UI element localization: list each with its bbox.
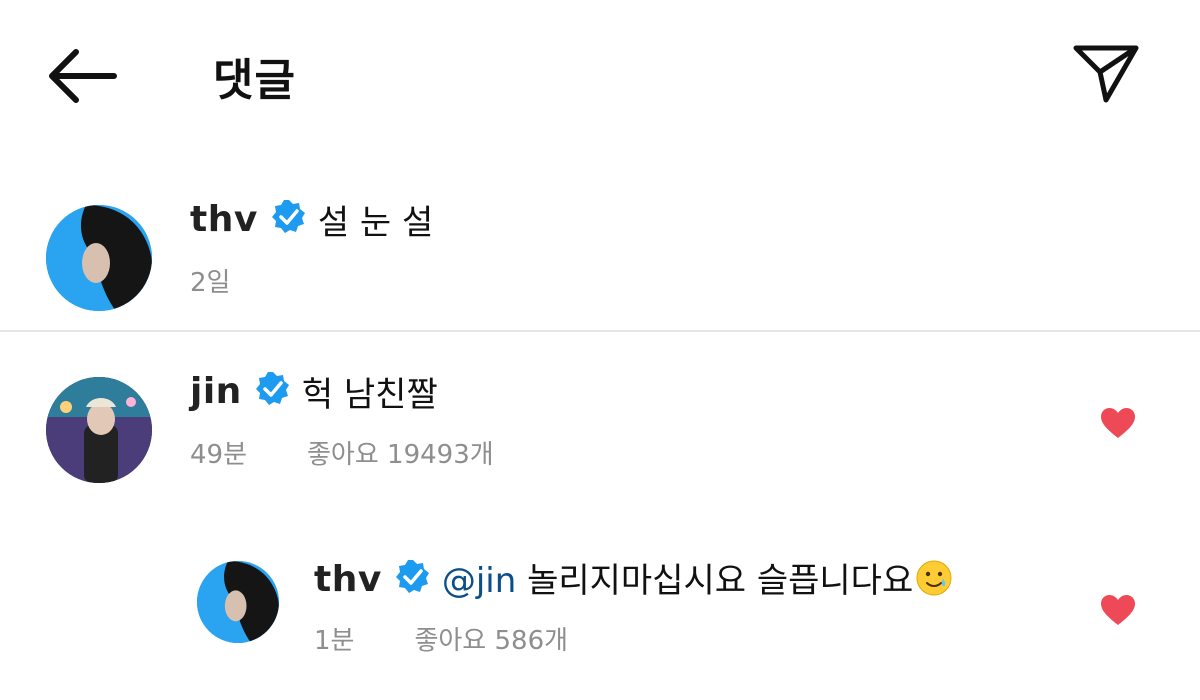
comment-text: 설 눈 설: [317, 202, 434, 243]
share-button[interactable]: [1070, 40, 1142, 106]
comment-meta: 2일: [190, 262, 290, 299]
comment-time: 1분: [314, 626, 355, 656]
back-button[interactable]: [44, 44, 120, 108]
heart-icon: [1101, 408, 1135, 438]
like-count[interactable]: 좋아요 19493개: [307, 434, 494, 471]
avatar[interactable]: [46, 377, 152, 483]
avatar[interactable]: [46, 205, 152, 311]
comment-time: 2일: [190, 268, 231, 298]
send-icon: [1073, 45, 1139, 103]
verified-badge-icon: [254, 370, 292, 412]
comment-meta: 49분 좋아요 19493개: [190, 434, 554, 471]
divider: [0, 330, 1200, 332]
mention-link[interactable]: @jin: [442, 561, 516, 601]
comment-time: 49분: [190, 440, 248, 470]
comment-text: 헉 남친짤: [301, 374, 438, 415]
heart-icon: [1101, 595, 1135, 625]
like-count[interactable]: 좋아요 586개: [414, 620, 568, 657]
comment-username[interactable]: jin: [190, 371, 242, 412]
comment-meta: 1분 좋아요 586개: [314, 620, 628, 657]
back-arrow-icon: [49, 49, 117, 103]
verified-badge-icon: [394, 558, 432, 600]
verified-badge-icon: [270, 198, 308, 240]
comment-username[interactable]: thv: [314, 559, 382, 600]
avatar[interactable]: [197, 561, 279, 643]
comment-username[interactable]: thv: [190, 199, 258, 240]
like-button[interactable]: [1100, 407, 1136, 443]
like-button[interactable]: [1100, 594, 1136, 630]
smiling-face-with-tear-icon: [915, 559, 953, 606]
comment-body: 놀리지마십시요 슬픕니다요: [527, 560, 914, 601]
comment-text: @jin 놀리지마십시요 슬픕니다요: [442, 553, 953, 606]
page-title: 댓글: [213, 55, 296, 106]
